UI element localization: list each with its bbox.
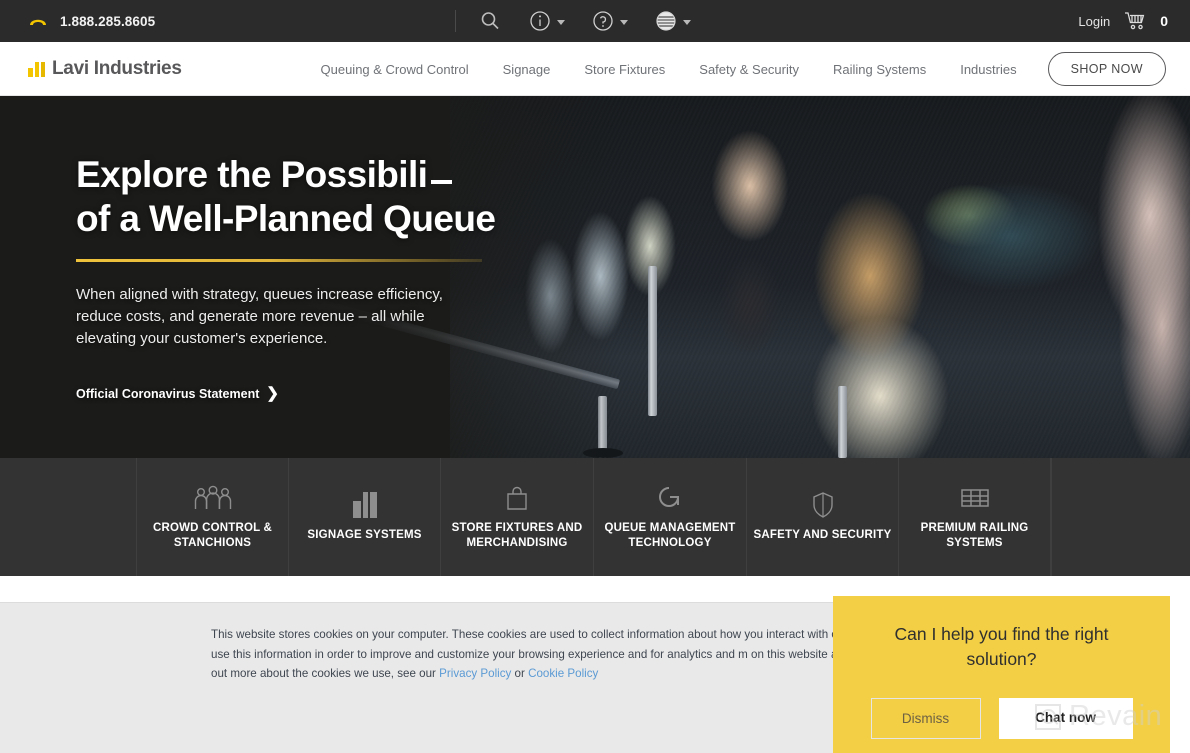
nav-item-industries[interactable]: Industries <box>943 62 1033 77</box>
cart-count: 0 <box>1160 13 1168 29</box>
chat-now-button[interactable]: Chat now <box>998 698 1133 739</box>
typing-caret <box>431 180 453 184</box>
shield-icon <box>811 491 835 519</box>
globe-flag-icon <box>656 11 676 31</box>
question-circle-icon <box>593 11 613 31</box>
tile-label: STORE FIXTURES AND MERCHANDISING <box>451 521 583 549</box>
language-menu[interactable] <box>654 9 691 33</box>
chat-prompt-title: Can I help you find the right solution? <box>894 624 1109 669</box>
shopping-cart-icon <box>1125 12 1145 30</box>
tile-spacer-right <box>1051 458 1190 576</box>
tile-crowd-control[interactable]: CROWD CONTROL & STANCHIONS <box>137 458 289 576</box>
privacy-policy-link[interactable]: Privacy Policy <box>439 667 511 680</box>
chat-prompt-widget: Can I help you find the right solution? … <box>833 596 1170 753</box>
search-icon <box>481 12 499 30</box>
logo-text: Lavi Industries <box>52 57 182 79</box>
top-utility-bar: 1.888.285.8605 Login 0 <box>0 0 1190 42</box>
nav-item-safety[interactable]: Safety & Security <box>682 62 816 77</box>
coronavirus-statement-label: Official Coronavirus Statement <box>76 386 260 401</box>
stanchion-post <box>838 386 847 458</box>
nav-item-queuing[interactable]: Queuing & Crowd Control <box>304 62 486 77</box>
tile-spacer-left <box>0 458 137 576</box>
tile-label: PREMIUM RAILING SYSTEMS <box>920 521 1029 549</box>
dismiss-button[interactable]: Dismiss <box>870 698 981 739</box>
phone-number[interactable]: 1.888.285.8605 <box>60 14 155 29</box>
coronavirus-statement-link[interactable]: Official Coronavirus Statement ❯ <box>76 386 546 401</box>
hero-headline: Explore the Possibili of a Well-Planned … <box>76 153 546 241</box>
tile-label: SAFETY AND SECURITY <box>753 529 892 541</box>
chat-right-edge <box>1170 596 1190 753</box>
hero-subhead: When aligned with strategy, queues incre… <box>76 286 443 347</box>
chevron-down-icon <box>557 19 565 25</box>
category-tile-row: CROWD CONTROL & STANCHIONS SIGNAGE SYSTE… <box>0 458 1190 576</box>
help-menu[interactable] <box>591 9 628 33</box>
tile-label: CROWD CONTROL & STANCHIONS <box>152 521 273 549</box>
logo[interactable]: Lavi Industries <box>28 58 182 80</box>
lavi-bars-logo-icon <box>28 60 45 77</box>
phone-block[interactable]: 1.888.285.8605 <box>28 14 155 29</box>
main-nav: Queuing & Crowd Control Signage Store Fi… <box>304 42 1166 96</box>
info-menu[interactable] <box>528 9 565 33</box>
hero-headline-line1: Explore the Possibili <box>76 154 428 195</box>
shop-now-button[interactable]: SHOP NOW <box>1047 52 1166 86</box>
railing-grid-icon <box>960 484 990 512</box>
chevron-down-icon <box>683 19 691 25</box>
chevron-down-icon <box>620 19 628 25</box>
site-header: Lavi Industries Queuing & Crowd Control … <box>0 42 1190 96</box>
phone-icon <box>28 14 48 28</box>
search-button[interactable] <box>478 9 502 33</box>
tile-safety-security[interactable]: SAFETY AND SECURITY <box>747 458 899 576</box>
shopping-bag-icon <box>504 484 530 512</box>
tile-store-fixtures[interactable]: STORE FIXTURES AND MERCHANDISING <box>441 458 594 576</box>
hero-banner: Explore the Possibili of a Well-Planned … <box>0 96 1190 458</box>
nav-item-railing[interactable]: Railing Systems <box>816 62 943 77</box>
tile-queue-management[interactable]: QUEUE MANAGEMENT TECHNOLOGY <box>594 458 747 576</box>
signage-bars-icon <box>351 491 379 519</box>
people-group-icon <box>191 484 235 512</box>
cart-button[interactable]: 0 <box>1124 11 1168 31</box>
divider <box>455 10 456 32</box>
cookie-policy-link[interactable]: Cookie Policy <box>528 667 598 680</box>
account-group: Login 0 <box>1078 0 1168 42</box>
cookie-or-text: or <box>511 667 529 680</box>
hero-accent-rule <box>76 259 482 262</box>
chevron-right-icon: ❯ <box>266 385 279 402</box>
queue-q-icon <box>657 484 683 512</box>
info-circle-icon <box>530 11 550 31</box>
cookie-text-line1: This website stores cookies on your comp… <box>211 628 849 641</box>
tile-label: SIGNAGE SYSTEMS <box>307 529 422 541</box>
nav-item-signage[interactable]: Signage <box>486 62 568 77</box>
login-link[interactable]: Login <box>1078 14 1110 29</box>
tile-premium-railing[interactable]: PREMIUM RAILING SYSTEMS <box>899 458 1051 576</box>
top-icon-group <box>455 0 717 42</box>
nav-item-store-fixtures[interactable]: Store Fixtures <box>567 62 682 77</box>
chat-button-group: Dismiss Chat now <box>855 698 1148 739</box>
hero-content: Explore the Possibili of a Well-Planned … <box>76 96 546 458</box>
hero-headline-line2: of a Well-Planned Queue <box>76 198 496 239</box>
tile-label: QUEUE MANAGEMENT TECHNOLOGY <box>604 521 736 549</box>
stanchion-post <box>648 266 657 416</box>
tile-signage[interactable]: SIGNAGE SYSTEMS <box>289 458 441 576</box>
